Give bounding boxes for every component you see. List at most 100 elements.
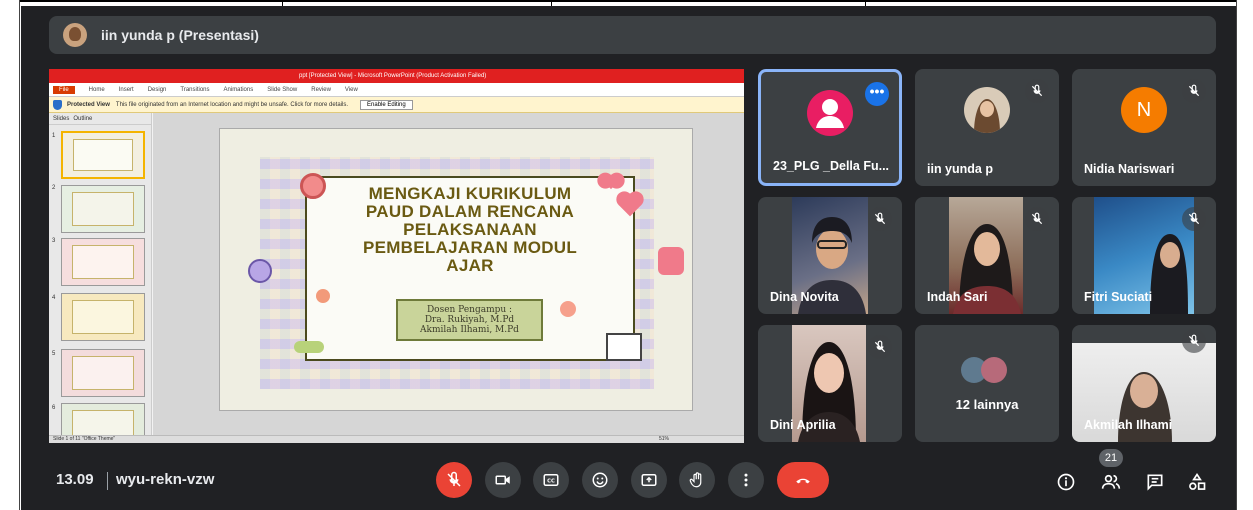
slide-thumbnail[interactable] [61,131,145,179]
reactions-button[interactable] [582,462,618,498]
more-options-icon[interactable]: ••• [865,82,889,106]
participant-name: 23_PLG _Della Fu... [773,159,890,173]
participant-tile-akmilah[interactable]: Akmilah Ilhami [1072,325,1216,442]
avatar [964,87,1010,133]
outer-frame-left [0,0,20,510]
participant-name: Fitri Suciati [1084,290,1153,304]
ppt-tab-animations[interactable]: Animations [224,87,254,93]
mic-off-icon [868,207,892,231]
ppt-tab-review[interactable]: Review [311,87,331,93]
participant-tile-nidia[interactable]: N Nidia Nariswari [1072,69,1216,186]
ppt-statusbar: Slide 1 of 11 "Office Theme" 51% [49,435,744,443]
enable-editing-button[interactable]: Enable Editing [360,99,413,110]
participant-name: Nidia Nariswari [1084,162,1175,176]
captions-icon: CC [543,474,559,486]
outer-frame-right [1236,0,1253,510]
slide-thumbnail[interactable] [61,185,145,233]
mic-off-icon [1182,329,1206,353]
participant-tile-indah[interactable]: Indah Sari [915,197,1059,314]
participant-name: 12 lainnya [955,397,1019,412]
zoom-level[interactable]: 51% [659,436,669,442]
more-options-button[interactable] [728,462,764,498]
people-button[interactable] [1099,470,1123,494]
outer-frame-top [0,0,1253,2]
participant-tile-others[interactable]: 12 lainnya [915,325,1059,442]
participant-name: iin yunda p [927,162,993,176]
ppt-title: ppt [Protected View] - Microsoft PowerPo… [299,73,487,79]
presenter-bar: iin yunda p (Presentasi) [49,16,1216,54]
thumb-number: 2 [52,185,56,191]
participant-tile-della[interactable]: ••• 23_PLG _Della Fu... [758,69,902,186]
avatar [807,90,853,136]
raise-hand-button[interactable] [679,462,715,498]
ppt-tab-design[interactable]: Design [148,87,167,93]
participant-tile-iin[interactable]: iin yunda p [915,69,1059,186]
caterpillar-decoration-icon [294,341,324,353]
ppt-tab-view[interactable]: View [345,87,358,93]
mic-off-icon [1025,79,1049,103]
flower-decoration-icon [300,173,326,199]
camera-toggle-button[interactable] [485,462,521,498]
present-button[interactable] [631,462,667,498]
flower-decoration-icon [248,259,272,283]
present-screen-icon [641,474,657,486]
participant-name: Dini Aprilia [770,418,836,432]
hang-up-icon [796,478,810,484]
shield-icon [53,100,62,110]
ppt-tab-insert[interactable]: Insert [119,87,134,93]
ppt-titlebar: ppt [Protected View] - Microsoft PowerPo… [49,69,744,83]
more-vert-icon [744,473,748,487]
shared-screen: ppt [Protected View] - Microsoft PowerPo… [49,69,744,443]
tab-outline[interactable]: Outline [73,116,92,122]
slide-thumbnail[interactable] [61,238,145,286]
slide-thumbnail[interactable] [61,349,145,397]
tab-slides[interactable]: Slides [53,116,69,122]
mic-toggle-button[interactable] [436,462,472,498]
avatar: N [1121,87,1167,133]
participant-name: Akmilah Ilhami [1084,418,1173,432]
thumb-number: 5 [52,351,56,357]
participant-tile-fitri[interactable]: Fitri Suciati [1072,197,1216,314]
meet-window: iin yunda p (Presentasi) ppt [Protected … [21,6,1236,510]
thumb-number: 3 [52,238,56,244]
svg-text:CC: CC [547,479,555,485]
shapes-icon [1189,472,1206,490]
hand-icon [689,472,702,488]
slide-lecturer-box: Dosen Pengampu : Dra. Rukiyah, M.Pd Akmi… [396,299,543,341]
presenter-name: iin yunda p (Presentasi) [101,27,259,43]
people-icon [1101,474,1121,489]
thumb-number: 4 [52,295,56,301]
presenter-avatar [63,23,87,47]
heart-decoration-icon [603,174,619,190]
mic-off-icon [1025,207,1049,231]
participant-tile-dini[interactable]: Dini Aprilia [758,325,902,442]
protected-label: Protected View [67,101,110,108]
ppt-tab-slideshow[interactable]: Slide Show [267,87,297,93]
camera-icon [495,475,510,485]
avatar [981,357,1007,383]
ppt-tab-home[interactable]: Home [89,87,105,93]
participant-tile-dina[interactable]: Dina Novita [758,197,902,314]
slide-thumbnail[interactable] [61,293,145,341]
leave-call-button[interactable] [777,462,829,498]
ppt-tab-transitions[interactable]: Transitions [180,87,209,93]
thumb-number: 6 [52,405,56,411]
ppt-tab-file[interactable]: File [53,85,75,94]
slide-title: MENGKAJI KURIKULUM PAUD DALAM RENCANA PE… [362,184,578,275]
people-count-badge: 21 [1099,449,1123,467]
protected-message[interactable]: This file originated from an Internet lo… [116,102,348,108]
participant-name: Indah Sari [927,290,988,304]
protected-view-bar: Protected View This file originated from… [49,97,744,113]
mic-off-icon [447,471,461,487]
meeting-details-button[interactable] [1054,470,1078,494]
mic-off-icon [868,335,892,359]
activities-button[interactable] [1185,470,1209,494]
meeting-code[interactable]: wyu-rekn-vzw [116,471,214,488]
envelope-decoration-icon [606,333,642,361]
chat-button[interactable] [1143,470,1167,494]
captions-button[interactable]: CC [533,462,569,498]
ppt-ribbon: File Home Insert Design Transitions Anim… [49,83,744,97]
slide-thumbnails-panel: Slides Outline 1 2 3 4 5 6 [49,113,152,443]
flower-decoration-icon [316,289,330,303]
meeting-time: 13.09 [56,471,94,488]
